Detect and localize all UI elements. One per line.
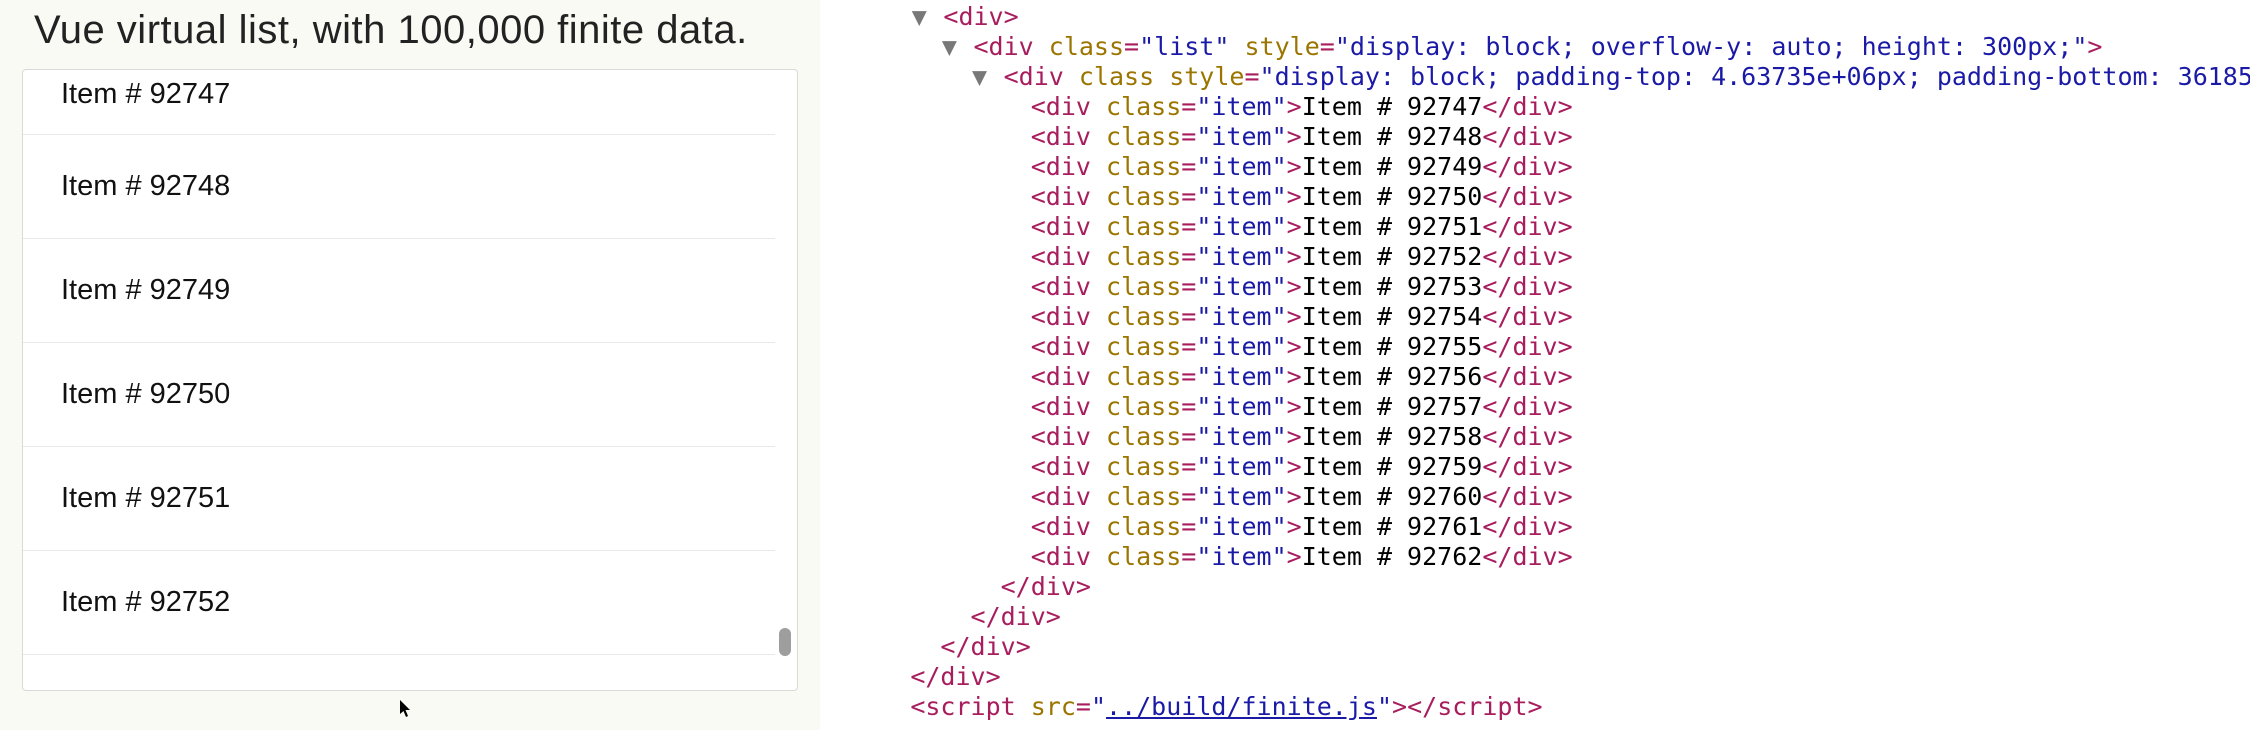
scrollbar-track[interactable] bbox=[779, 74, 791, 686]
dom-close[interactable]: </div> bbox=[820, 602, 2250, 632]
scrollbar-thumb[interactable] bbox=[779, 628, 791, 656]
dom-node-item[interactable]: <div class="item">Item # 92754</div> bbox=[820, 302, 2250, 332]
list-item[interactable]: Item # 92747 bbox=[23, 70, 775, 135]
virtual-list[interactable]: Item # 92747 Item # 92748 Item # 92749 I… bbox=[22, 69, 798, 691]
dom-close[interactable]: </div> bbox=[820, 632, 2250, 662]
dom-node-item[interactable]: <div class="item">Item # 92759</div> bbox=[820, 452, 2250, 482]
list-viewport: Item # 92747 Item # 92748 Item # 92749 I… bbox=[23, 70, 775, 690]
dom-node-script[interactable]: <script src="../build/finite.js"></scrip… bbox=[820, 692, 2250, 722]
dom-node-list[interactable]: ▼ <div class="list" style="display: bloc… bbox=[820, 32, 2250, 62]
list-item[interactable]: Item # 92750 bbox=[23, 343, 775, 447]
dom-node-item[interactable]: <div class="item">Item # 92760</div> bbox=[820, 482, 2250, 512]
dom-node-item[interactable]: <div class="item">Item # 92751</div> bbox=[820, 212, 2250, 242]
dom-node-window[interactable]: ▼ <div class style="display: block; padd… bbox=[820, 62, 2250, 92]
list-item[interactable]: Item # 92751 bbox=[23, 447, 775, 551]
devtools-pane[interactable]: ▼ <div> ▼ <div class="list" style="displ… bbox=[820, 0, 2250, 730]
dom-node-item[interactable]: <div class="item">Item # 92755</div> bbox=[820, 332, 2250, 362]
page-title: Vue virtual list, with 100,000 finite da… bbox=[34, 8, 804, 53]
dom-node-item[interactable]: <div class="item">Item # 92750</div> bbox=[820, 182, 2250, 212]
dom-node-item[interactable]: <div class="item">Item # 92757</div> bbox=[820, 392, 2250, 422]
disclosure-triangle-icon[interactable]: ▼ bbox=[940, 32, 958, 62]
script-src-link[interactable]: ../build/finite.js bbox=[1106, 692, 1377, 721]
dom-node-item[interactable]: <div class="item">Item # 92761</div> bbox=[820, 512, 2250, 542]
dom-close[interactable]: </div> bbox=[820, 572, 2250, 602]
dom-node-item[interactable]: <div class="item">Item # 92756</div> bbox=[820, 362, 2250, 392]
disclosure-triangle-icon[interactable]: ▼ bbox=[971, 62, 989, 92]
cursor-icon bbox=[400, 700, 414, 723]
dom-close[interactable]: </div> bbox=[820, 662, 2250, 692]
dom-node-item[interactable]: <div class="item">Item # 92749</div> bbox=[820, 152, 2250, 182]
list-item[interactable]: Item # 92749 bbox=[23, 239, 775, 343]
list-item[interactable]: Item # 92752 bbox=[23, 551, 775, 655]
list-item[interactable]: Item # 92748 bbox=[23, 135, 775, 239]
dom-node-item[interactable]: <div class="item">Item # 92753</div> bbox=[820, 272, 2250, 302]
dom-node-item[interactable]: <div class="item">Item # 92762</div> bbox=[820, 542, 2250, 572]
dom-node-item[interactable]: <div class="item">Item # 92752</div> bbox=[820, 242, 2250, 272]
dom-node-root[interactable]: ▼ <div> bbox=[820, 2, 2250, 32]
demo-pane: Vue virtual list, with 100,000 finite da… bbox=[0, 0, 820, 730]
dom-node-item[interactable]: <div class="item">Item # 92747</div> bbox=[820, 92, 2250, 122]
dom-node-item[interactable]: <div class="item">Item # 92758</div> bbox=[820, 422, 2250, 452]
disclosure-triangle-icon[interactable]: ▼ bbox=[910, 2, 928, 32]
dom-node-item[interactable]: <div class="item">Item # 92748</div> bbox=[820, 122, 2250, 152]
